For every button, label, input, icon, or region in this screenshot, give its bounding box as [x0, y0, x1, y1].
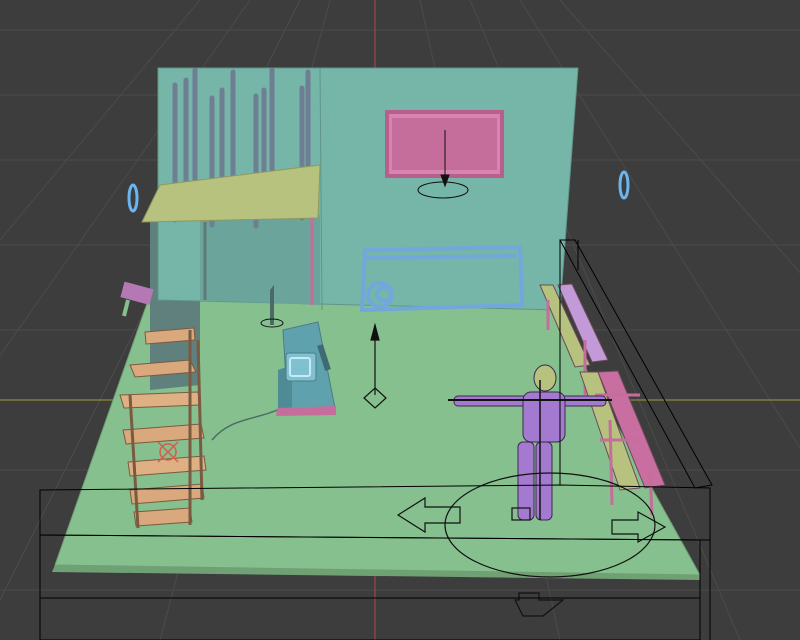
wall-recess [200, 215, 320, 305]
point-light-left[interactable] [127, 183, 139, 213]
scene-canvas[interactable] [0, 0, 800, 640]
point-light-right[interactable] [618, 170, 630, 200]
3d-viewport[interactable]: 3D Viewport [0, 0, 800, 640]
